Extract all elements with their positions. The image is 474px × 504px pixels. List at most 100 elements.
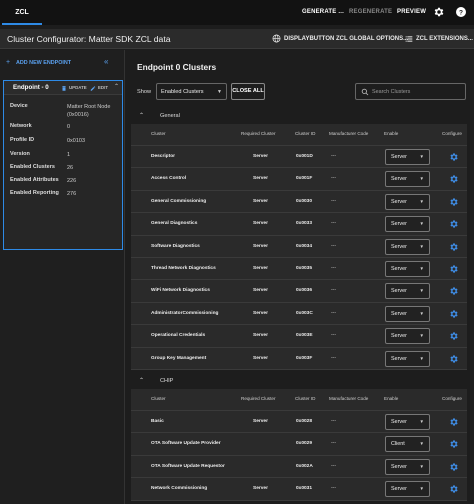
preview-button[interactable]: PREVIEW xyxy=(397,0,426,25)
help-icon[interactable]: ? xyxy=(455,6,467,18)
generate-button[interactable]: GENERATE ... xyxy=(302,0,344,25)
enable-value: Server xyxy=(391,265,407,272)
configure-gear-icon[interactable] xyxy=(449,462,459,472)
configure-gear-icon[interactable] xyxy=(449,354,459,364)
dropdown-caret-icon: ▼ xyxy=(217,89,222,95)
collapse-card-icon[interactable]: ⌃ xyxy=(114,83,119,90)
table-row: Operational Credentials Server 0x003E --- Se… xyxy=(131,325,467,348)
enable-select[interactable]: Server ▼ xyxy=(385,414,430,430)
dropdown-caret-icon: ▼ xyxy=(419,463,424,469)
configure-gear-icon[interactable] xyxy=(449,286,459,296)
cluster-name: Descriptor xyxy=(151,154,175,159)
dropdown-caret-icon: ▼ xyxy=(419,288,424,294)
enable-select[interactable]: Server ▼ xyxy=(385,350,430,367)
list-icon xyxy=(405,36,413,42)
zcl-extensions-button[interactable]: ZCL EXTENSIONS... xyxy=(416,29,473,49)
update-endpoint-button[interactable]: UPDATE xyxy=(69,85,87,90)
enable-select[interactable]: Server ▼ xyxy=(385,328,430,345)
edit-endpoint-button[interactable]: EDIT xyxy=(98,85,108,90)
dropdown-caret-icon: ▼ xyxy=(419,221,424,227)
configure-gear-icon[interactable] xyxy=(449,439,459,449)
collapse-sidebar-icon[interactable]: « xyxy=(104,57,108,66)
enable-select[interactable]: Server ▼ xyxy=(385,283,430,300)
edit-pencil-icon[interactable] xyxy=(90,85,96,92)
column-header-required-cluster: Required Cluster xyxy=(241,131,276,136)
enable-select[interactable]: Server ▼ xyxy=(385,216,430,233)
cluster-name: Basic xyxy=(151,419,164,424)
endpoint-card[interactable]: Endpoint - 0 UPDATE EDIT ⌃ Device Matter… xyxy=(3,80,123,250)
enable-select[interactable]: Server ▼ xyxy=(385,481,430,498)
enabled-clusters-label: Enabled Clusters xyxy=(10,164,55,170)
configure-gear-icon[interactable] xyxy=(449,309,459,319)
enable-value: Server xyxy=(391,243,407,250)
column-header-cluster: Cluster xyxy=(151,396,166,401)
delete-icon[interactable] xyxy=(61,85,67,92)
dropdown-caret-icon: ▼ xyxy=(419,243,424,249)
enable-value: Server xyxy=(391,463,407,470)
configure-gear-icon[interactable] xyxy=(449,417,459,427)
column-header-configure: Configure xyxy=(442,131,462,136)
column-header-cluster: Cluster xyxy=(151,131,166,136)
configure-gear-icon[interactable] xyxy=(449,484,459,494)
dropdown-caret-icon: ▼ xyxy=(419,441,424,447)
enabled-reporting-value: 276 xyxy=(67,191,77,197)
configure-gear-icon[interactable] xyxy=(449,197,459,207)
manufacturer-code: --- xyxy=(331,440,336,447)
column-header-configure: Configure xyxy=(442,396,462,401)
show-filter-select[interactable]: Enabled Clusters ▼ xyxy=(156,83,227,100)
dropdown-caret-icon: ▼ xyxy=(419,265,424,271)
enable-select[interactable]: Server ▼ xyxy=(385,458,430,475)
group-header-general[interactable]: ⌃ General xyxy=(131,110,474,123)
chevron-up-icon[interactable]: ⌃ xyxy=(139,377,144,384)
search-clusters-field[interactable] xyxy=(355,83,466,100)
close-all-button[interactable]: CLOSE ALL xyxy=(231,83,265,100)
add-endpoint-button[interactable]: ADD NEW ENDPOINT xyxy=(16,60,71,66)
regenerate-button[interactable]: REGENERATE xyxy=(349,0,392,25)
table-row: OTA Software Update Provider 0x0029 --- Cli… xyxy=(131,433,467,456)
required-cluster: Server xyxy=(253,154,268,159)
dropdown-caret-icon: ▼ xyxy=(419,419,424,424)
table-row: General Commissioning Server 0x0030 --- Serv… xyxy=(131,191,467,214)
enable-select[interactable]: Server ▼ xyxy=(385,305,430,322)
configure-gear-icon[interactable] xyxy=(449,174,459,184)
enable-select[interactable]: Server ▼ xyxy=(385,238,430,255)
manufacturer-code: --- xyxy=(331,153,336,159)
network-value: 0 xyxy=(67,124,71,130)
device-label: Device xyxy=(10,103,28,109)
enable-value: Server xyxy=(391,355,407,362)
configure-gear-icon[interactable] xyxy=(449,242,459,252)
enable-value: Server xyxy=(391,198,407,205)
cluster-id: 0x0033 xyxy=(296,221,313,227)
enable-value: Server xyxy=(391,333,407,340)
enable-select[interactable]: Server ▼ xyxy=(385,171,430,188)
table-row: Software Diagnostics Server 0x0034 --- Serve… xyxy=(131,236,467,258)
enable-select[interactable]: Server ▼ xyxy=(385,149,430,165)
required-cluster: Server xyxy=(253,176,268,182)
enable-select[interactable]: Server ▼ xyxy=(385,260,430,277)
cluster-name: AdministratorCommissioning xyxy=(151,310,219,316)
settings-gear-icon[interactable] xyxy=(433,6,445,18)
required-cluster: Server xyxy=(253,355,268,361)
table-row: Network Commissioning Server 0x0031 --- Serv… xyxy=(131,478,467,501)
group-header-chip[interactable]: ⌃ CHIP xyxy=(131,375,474,388)
enable-select[interactable]: Client ▼ xyxy=(385,436,430,453)
chevron-up-icon[interactable]: ⌃ xyxy=(139,112,144,119)
column-header-enable: Enable xyxy=(384,131,399,136)
configure-gear-icon[interactable] xyxy=(449,152,459,162)
show-label: Show xyxy=(137,89,151,95)
configure-gear-icon[interactable] xyxy=(449,331,459,341)
cluster-name: OTA Software Update Provider xyxy=(151,441,221,447)
dropdown-caret-icon: ▼ xyxy=(419,198,424,204)
cluster-name: Access Control xyxy=(151,176,187,182)
configure-gear-icon[interactable] xyxy=(449,219,459,229)
zcl-global-options-button[interactable]: DISPLAYBUTTON ZCL GLOBAL OPTIONS... xyxy=(284,29,408,49)
dropdown-caret-icon: ▼ xyxy=(419,176,424,182)
manufacturer-code: --- xyxy=(331,309,336,316)
enable-select[interactable]: Server ▼ xyxy=(385,193,430,210)
search-input[interactable] xyxy=(372,87,462,97)
configure-gear-icon[interactable] xyxy=(449,264,459,274)
tab-zcl[interactable]: ZCL xyxy=(2,0,42,25)
table-row: Thread Network Diagnostics Server 0x0035 --… xyxy=(131,258,467,281)
dropdown-caret-icon: ▼ xyxy=(419,154,424,159)
dropdown-caret-icon: ▼ xyxy=(419,355,424,361)
